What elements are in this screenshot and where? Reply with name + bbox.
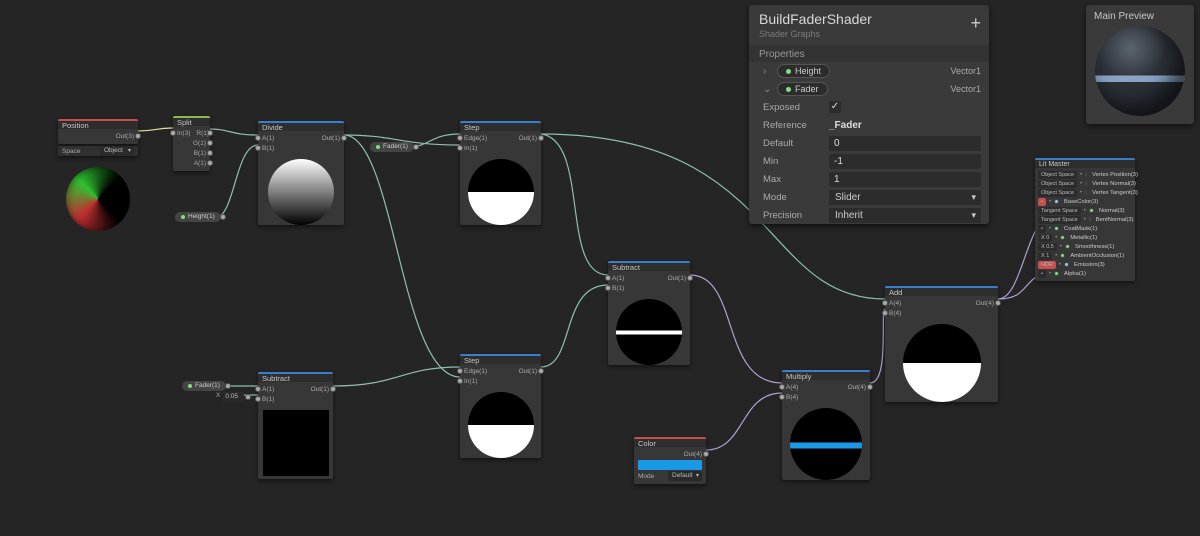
port-in[interactable] <box>1089 208 1094 213</box>
node-subtract-a[interactable]: Subtract A(1)Out(1) B(1) <box>258 372 333 479</box>
port-in[interactable] <box>1054 226 1059 231</box>
master-input-row[interactable]: Tangent Space•Normal(3) <box>1035 206 1135 215</box>
precision-select[interactable]: Inherit <box>829 208 981 223</box>
master-input-row[interactable]: ••BaseColor(3) <box>1035 197 1135 206</box>
master-input-row[interactable]: Object Space•Vertex Normal(3) <box>1035 179 1135 188</box>
prop-fader-b[interactable]: Fader(1) <box>182 381 226 391</box>
exposed-checkbox[interactable]: ✓ <box>829 101 841 113</box>
space-dropdown[interactable]: Object <box>100 146 134 156</box>
master-input-row[interactable]: X 1•AmbientOcclusion(1) <box>1035 251 1135 260</box>
node-position-space[interactable]: Space Object <box>58 146 138 156</box>
port-in[interactable] <box>1085 172 1087 177</box>
node-step-1[interactable]: Step Edge(1)Out(1) In(1) <box>460 121 541 225</box>
port-in[interactable] <box>1065 244 1070 249</box>
divide-preview <box>268 159 334 225</box>
preview-sphere[interactable] <box>1095 26 1185 116</box>
port-in[interactable] <box>1085 190 1087 195</box>
node-step-2[interactable]: Step Edge(1)Out(1) In(1) <box>460 354 541 458</box>
node-add[interactable]: Add A(4)Out(4) B(4) <box>885 286 998 402</box>
master-input-row[interactable]: Tangent Space•BentNormal(3) <box>1035 215 1135 224</box>
port-in[interactable] <box>1054 271 1059 276</box>
master-input-row[interactable]: HDR•Emission(3) <box>1035 260 1135 269</box>
reference-field[interactable]: _Fader <box>829 120 981 131</box>
add-property-button[interactable]: + <box>970 13 981 34</box>
inspector-panel[interactable]: + BuildFaderShader Shader Graphs Propert… <box>749 5 989 224</box>
property-fader[interactable]: ⌄ Fader Vector1 <box>749 80 989 98</box>
port-in[interactable] <box>1060 253 1065 258</box>
default-field[interactable]: 0 <box>829 136 981 151</box>
node-title: Position <box>58 119 138 129</box>
color-swatch[interactable] <box>638 460 702 470</box>
master-input-row[interactable]: ••CoatMask(1) <box>1035 224 1135 233</box>
master-input-row[interactable]: ••Alpha(1) <box>1035 269 1135 278</box>
shader-title: BuildFaderShader <box>749 5 989 29</box>
max-field[interactable]: 1 <box>829 172 981 187</box>
subtracta-preview <box>263 410 329 476</box>
port-in[interactable] <box>1085 181 1087 186</box>
node-color[interactable]: Color Out(4) ModeDefault <box>634 437 706 484</box>
node-multiply[interactable]: Multiply A(4)Out(4) B(4) <box>782 370 870 480</box>
port-out[interactable] <box>135 133 141 139</box>
node-position[interactable]: Position Out(3) <box>58 119 138 144</box>
color-mode-dropdown[interactable]: Default <box>668 471 702 481</box>
node-subtract-mid[interactable]: Subtract A(1)Out(1) B(1) <box>608 261 690 365</box>
master-input-row[interactable]: X 0.5•Smoothness(1) <box>1035 242 1135 251</box>
node-lit-master[interactable]: Lit Master Object Space•Vertex Position(… <box>1035 158 1135 281</box>
multiply-preview <box>790 408 862 480</box>
port-in[interactable] <box>1089 217 1091 222</box>
min-field[interactable]: -1 <box>829 154 981 169</box>
port-in[interactable] <box>1064 262 1069 267</box>
connection-wires <box>0 0 1200 536</box>
x-const[interactable]: X 0.05 <box>216 392 244 402</box>
prop-fader-a[interactable]: Fader(1) <box>370 142 414 152</box>
prop-height[interactable]: Height(1) <box>175 212 221 222</box>
port-in[interactable] <box>1060 235 1065 240</box>
node-divide[interactable]: Divide A(1)Out(1) B(1) <box>258 121 344 225</box>
properties-section: Properties <box>749 45 989 62</box>
port-in[interactable] <box>170 130 176 136</box>
port-in[interactable] <box>1054 199 1059 204</box>
x-value[interactable]: 0.05 <box>222 392 244 402</box>
step1-preview <box>468 159 534 225</box>
mode-select[interactable]: Slider <box>829 190 981 205</box>
subtractmid-preview <box>616 299 682 365</box>
add-preview <box>903 324 981 402</box>
position-preview <box>66 167 130 231</box>
master-input-row[interactable]: Object Space•Vertex Position(3) <box>1035 170 1135 179</box>
shader-subtitle: Shader Graphs <box>749 29 989 45</box>
property-height[interactable]: › Height Vector1 <box>749 62 989 80</box>
main-preview-panel[interactable]: Main Preview <box>1086 5 1194 124</box>
master-input-row[interactable]: Object Space•Vertex Tangent(3) <box>1035 188 1135 197</box>
step2-preview <box>468 392 534 458</box>
main-preview-title: Main Preview <box>1092 9 1188 26</box>
node-split[interactable]: Split In(3)R(1) G(1) B(1) A(1) <box>173 116 210 171</box>
master-input-row[interactable]: X 0•Metallic(1) <box>1035 233 1135 242</box>
